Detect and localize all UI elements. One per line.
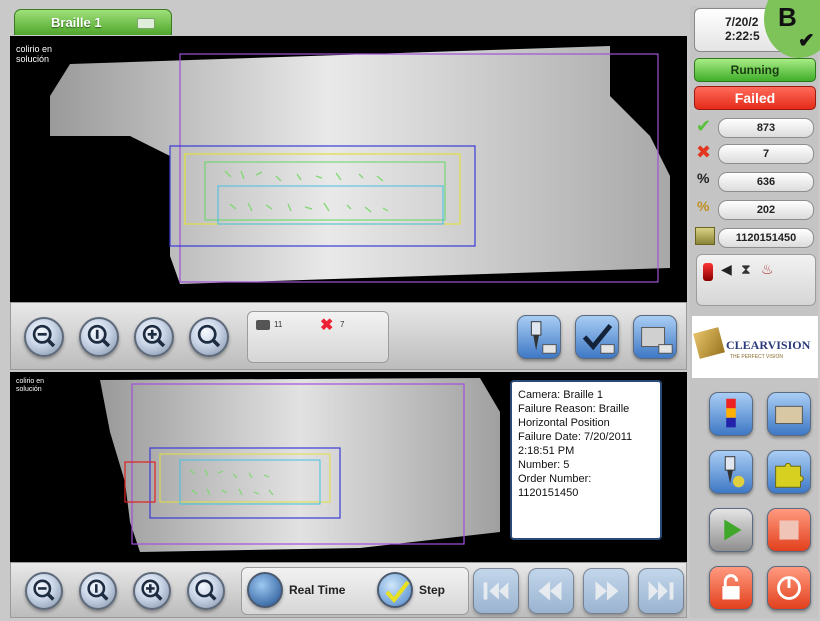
percent-pass-icon: %: [697, 170, 710, 186]
bottom-image-label: colirio en solución: [16, 378, 45, 393]
first-frame-button[interactable]: [473, 568, 519, 614]
zoom-reset-button[interactable]: [79, 317, 119, 357]
zoom-out-icon: [32, 324, 56, 348]
pass-count: 873: [718, 118, 814, 138]
top-image-label: colirio en solución: [16, 44, 53, 64]
info-line: Horizontal Position: [518, 417, 610, 429]
logo-text: CLEARVISION: [726, 338, 811, 352]
batch-box-icon: [695, 227, 715, 245]
previous-button[interactable]: [528, 568, 574, 614]
play-button[interactable]: [709, 508, 753, 552]
rewind-icon: [538, 581, 562, 601]
info-line: 2:18:51 PM: [518, 445, 575, 457]
skip-first-icon: [483, 582, 509, 600]
last-frame-button[interactable]: [638, 568, 684, 614]
zoom-actual-size-icon: [87, 324, 111, 348]
sensor-probe-icon: [724, 456, 745, 488]
indicator-panel: ◀ ⧗ ♨: [696, 254, 816, 306]
pass-check-icon: ✔: [696, 116, 712, 136]
camera-thumb-icon: [256, 320, 270, 330]
light-tower-button[interactable]: [709, 392, 753, 436]
zoom-in-button[interactable]: [134, 317, 174, 357]
next-button[interactable]: [583, 568, 629, 614]
tab-label: Braille 1: [51, 15, 102, 30]
stack-light-icon: [726, 398, 736, 428]
zoom-in-icon: [141, 579, 163, 601]
metric-b-count: 202: [718, 200, 814, 220]
thumbnail-panel[interactable]: 11 ✖ 7: [247, 311, 389, 363]
checkmark-icon: ✔: [798, 30, 815, 52]
zoom-in-button-bottom[interactable]: [133, 572, 171, 610]
info-line: 1120151450: [518, 487, 579, 499]
fail-x-icon: ✖: [696, 142, 712, 162]
top-image-graphic: [50, 46, 670, 284]
unlock-button[interactable]: [709, 566, 753, 610]
stop-icon: [779, 520, 799, 540]
zoom-actual-size-icon: [87, 579, 109, 601]
thumb-count: 11: [274, 320, 283, 329]
clearvision-logo: CLEARVISION THE PERFECT VISION: [692, 316, 818, 378]
realtime-label: Real Time: [289, 583, 346, 597]
camera-icon: [137, 18, 155, 29]
zoom-fit-icon: [195, 579, 217, 601]
camera-device-icon: [775, 405, 803, 425]
zoom-fit-button-bottom[interactable]: [187, 572, 225, 610]
order-number: 1120151450: [718, 228, 814, 248]
skip-last-icon: [648, 581, 674, 601]
inspect-tool-button[interactable]: [517, 315, 561, 359]
zoom-out-button[interactable]: [24, 317, 64, 357]
thumb-fail-count: 7: [340, 320, 345, 329]
zoom-out-icon: [33, 579, 55, 601]
logo-tagline: THE PERFECT VISION: [730, 354, 783, 360]
failed-status: Failed: [694, 86, 816, 110]
info-line: Number: 5: [518, 459, 570, 471]
zoom-out-button-bottom[interactable]: [25, 572, 63, 610]
fail-count: 7: [718, 144, 814, 164]
inspection-app: Braille 1 colirio en solución 11 ✖ 7 col…: [0, 0, 820, 621]
puzzle-icon: [775, 463, 804, 488]
camera-settings-button[interactable]: [767, 392, 811, 436]
info-line: Failure Date: 7/20/2011: [518, 431, 633, 443]
light-tower-icon: [703, 263, 713, 281]
capture-button[interactable]: [633, 315, 677, 359]
step-toggle[interactable]: Step: [377, 572, 445, 608]
probe-settings-button[interactable]: [709, 450, 753, 494]
percent-fail-icon: %: [697, 198, 710, 214]
corner-badge-text: B: [778, 2, 797, 32]
power-icon: [777, 576, 801, 600]
radio-icon: [247, 572, 283, 608]
step-label: Step: [419, 583, 446, 597]
fast-forward-icon: [595, 581, 619, 601]
box-logo-icon: [693, 327, 725, 359]
accept-button[interactable]: [575, 315, 619, 359]
info-line: Order Number:: [518, 473, 592, 485]
zoom-in-icon: [142, 324, 166, 348]
bottom-toolbar: Real Time Step: [10, 562, 687, 618]
top-toolbar: 11 ✖ 7: [10, 302, 687, 370]
running-status: Running: [694, 58, 816, 82]
zoom-fit-icon: [197, 324, 221, 348]
checkmark-icon: [582, 324, 615, 354]
checkmark-radio-icon: [377, 572, 413, 608]
zoom-reset-button-bottom[interactable]: [79, 572, 117, 610]
sensor-icon: ♨: [761, 261, 774, 277]
info-line: Failure Reason: Braille: [518, 403, 630, 415]
padlock-icon: [722, 574, 740, 600]
failure-info-panel: Camera: Braille 1 Failure Reason: Braill…: [510, 380, 662, 540]
camera-device-icon: [641, 326, 673, 354]
metric-a-count: 636: [718, 172, 814, 192]
info-line: Camera: Braille 1: [518, 389, 603, 401]
zoom-fit-button[interactable]: [189, 317, 229, 357]
tab-camera[interactable]: Braille 1: [14, 9, 172, 35]
modules-button[interactable]: [767, 450, 811, 494]
top-image-viewport[interactable]: colirio en solución: [10, 36, 687, 302]
realtime-toggle[interactable]: Real Time: [247, 572, 345, 608]
fail-x-icon: ✖: [320, 317, 334, 334]
stop-button[interactable]: [767, 508, 811, 552]
speaker-icon: ◀: [721, 261, 732, 277]
sensor-probe-icon: [530, 321, 557, 354]
hourglass-icon: ⧗: [741, 261, 751, 277]
play-icon: [724, 519, 742, 541]
power-button[interactable]: [767, 566, 811, 610]
